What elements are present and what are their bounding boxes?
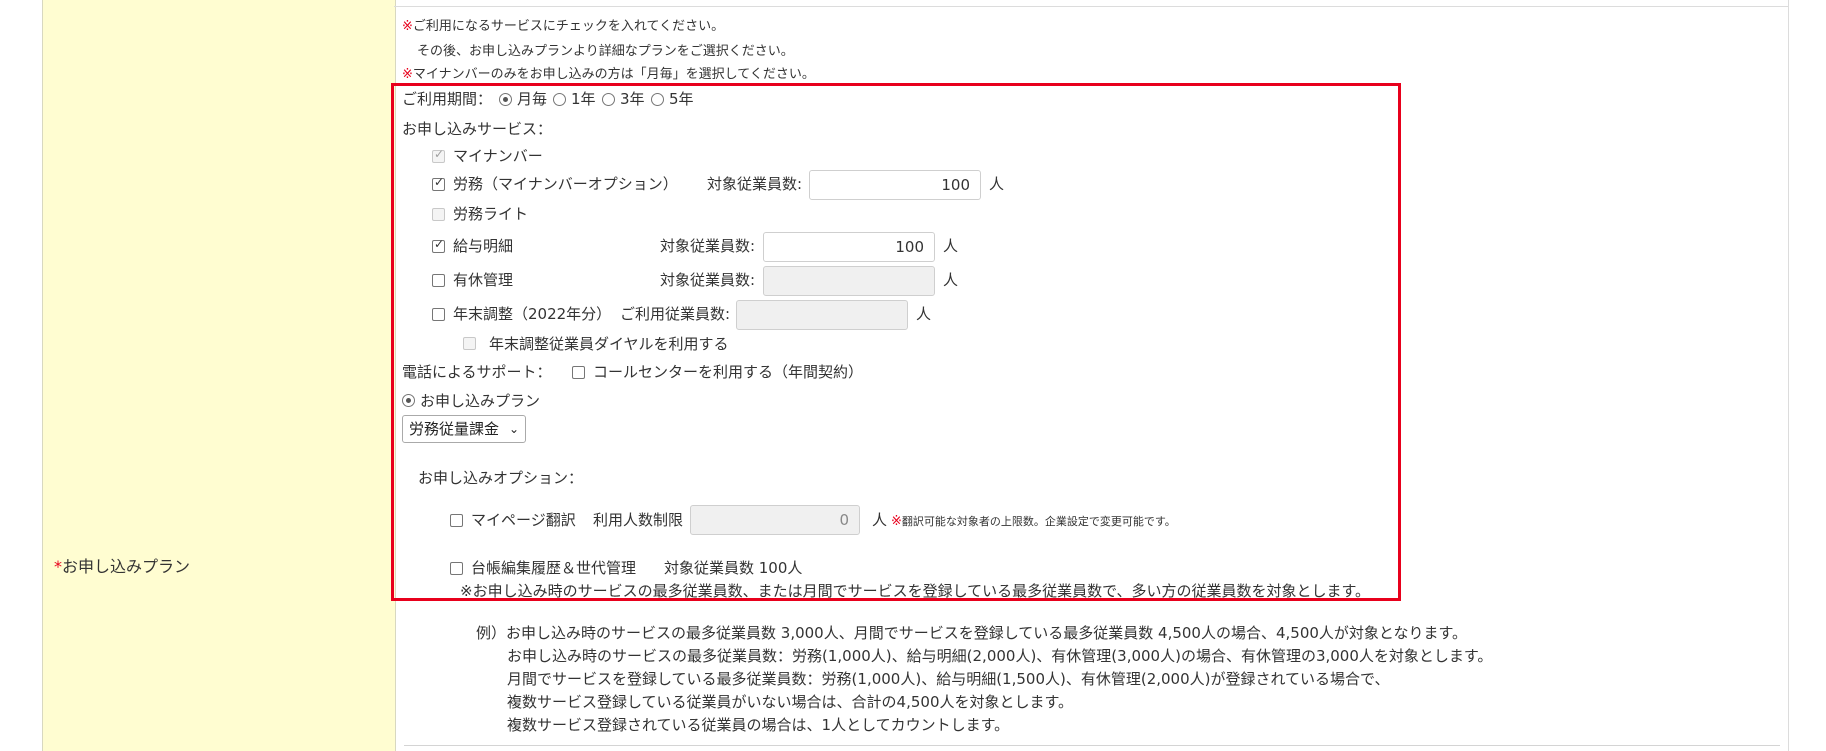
period-option-5year[interactable]: 5年 bbox=[669, 88, 694, 109]
table-top-border bbox=[394, 6, 1788, 7]
note-line-2: その後、お申し込みプランより詳細なプランをご選択ください。 bbox=[417, 44, 794, 59]
period-option-1year[interactable]: 1年 bbox=[571, 88, 596, 109]
period-label: ご利用期間： bbox=[402, 90, 493, 108]
labor-lite-label: 労務ライト bbox=[453, 205, 529, 223]
phone-support-label: 電話によるサポート： bbox=[402, 363, 552, 381]
note-line-3: ※マイナンバーのみをお申し込みの方は「月毎」を選択してください。 bbox=[402, 63, 815, 82]
note-text: マイナンバーのみをお申し込みの方は「月毎」を選択してください。 bbox=[412, 67, 815, 82]
required-mark: * bbox=[54, 557, 62, 576]
period-option-monthly[interactable]: 月毎 bbox=[517, 88, 547, 109]
yearend-dial-label: 年末調整従業員ダイヤルを利用する bbox=[489, 335, 729, 353]
mynumber-checkbox[interactable] bbox=[432, 147, 445, 163]
labor-lite-checkbox[interactable] bbox=[432, 208, 445, 221]
ledger-history-label: 台帳編集履歴＆世代管理 bbox=[471, 559, 637, 577]
mypage-limit-label: 利用人数制限 bbox=[593, 511, 684, 529]
period-radio-3year[interactable] bbox=[602, 93, 615, 106]
field-label-cell bbox=[42, 0, 396, 751]
call-center-label: コールセンターを利用する（年間契約） bbox=[593, 363, 864, 381]
yearend-checkbox[interactable] bbox=[432, 308, 445, 321]
labor-count-input[interactable]: 100 bbox=[809, 170, 981, 200]
period-radio-1year[interactable] bbox=[553, 93, 566, 106]
mypage-note-mark: ※ bbox=[891, 514, 902, 529]
call-center-checkbox[interactable] bbox=[572, 366, 585, 379]
plan-radio-label: お申し込みプラン bbox=[420, 392, 541, 410]
note-mark: ※ bbox=[402, 19, 413, 34]
ledger-count: 対象従業員数 100人 bbox=[664, 559, 803, 577]
note-text: ご利用になるサービスにチェックを入れてください。 bbox=[412, 19, 725, 34]
section-divider bbox=[404, 745, 1780, 746]
mynumber-label: マイナンバー bbox=[453, 147, 543, 165]
payslip-count-input[interactable]: 100 bbox=[763, 232, 935, 262]
plan-select-value: 労務従量課金 bbox=[409, 420, 500, 438]
plan-radio[interactable] bbox=[402, 394, 415, 407]
leave-count-label: 対象従業員数: bbox=[660, 271, 756, 289]
labor-count-label: 対象従業員数: bbox=[707, 175, 803, 193]
example-line-5: 複数サービス登録されている従業員の場合は、1人としてカウントします。 bbox=[507, 716, 1010, 734]
mypage-limit-input[interactable]: 0 bbox=[690, 505, 860, 535]
leave-count-input[interactable] bbox=[763, 266, 935, 296]
example-line-1: 例）お申し込み時のサービスの最多従業員数 3,000人、月間でサービスを登録して… bbox=[476, 624, 1467, 642]
labor-unit: 人 bbox=[989, 175, 1005, 193]
yearend-unit: 人 bbox=[916, 305, 932, 323]
yearend-count-label: ご利用従業員数: bbox=[620, 305, 731, 323]
options-label: お申し込みオプション： bbox=[418, 469, 584, 487]
field-label-text: お申し込みプラン bbox=[62, 557, 191, 576]
ledger-note: ※お申し込み時のサービスの最多従業員数、または月間でサービスを登録している最多従… bbox=[460, 582, 1371, 600]
yearend-count-input[interactable] bbox=[736, 300, 908, 330]
plan-select[interactable]: 労務従量課金 ⌄ bbox=[402, 415, 526, 443]
leave-checkbox[interactable] bbox=[432, 274, 445, 287]
yearend-dial-checkbox[interactable] bbox=[463, 337, 476, 350]
payslip-unit: 人 bbox=[943, 237, 959, 255]
mypage-note-text: 翻訳可能な対象者の上限数。企業設定で変更可能です。 bbox=[901, 515, 1176, 528]
mypage-translate-label: マイページ翻訳 bbox=[471, 511, 576, 529]
services-label: お申し込みサービス： bbox=[402, 120, 553, 138]
chevron-down-icon: ⌄ bbox=[508, 422, 519, 436]
period-radio-5year[interactable] bbox=[651, 93, 664, 106]
note-mark: ※ bbox=[402, 67, 413, 82]
example-line-4: 複数サービス登録している従業員がいない場合は、合計の4,500人を対象とします。 bbox=[507, 693, 1073, 711]
period-radio-monthly[interactable] bbox=[499, 93, 512, 106]
mypage-translate-checkbox[interactable] bbox=[450, 514, 463, 527]
mypage-note: ※翻訳可能な対象者の上限数。企業設定で変更可能です。 bbox=[891, 513, 1176, 529]
field-label: *お申し込みプラン bbox=[54, 553, 190, 577]
payslip-checkbox[interactable] bbox=[432, 237, 445, 253]
example-line-3: 月間でサービスを登録している最多従業員数：労務(1,000人)、給与明細(1,5… bbox=[507, 670, 1390, 688]
mypage-unit: 人 bbox=[872, 511, 888, 529]
example-line-2: お申し込み時のサービスの最多従業員数：労務(1,000人)、給与明細(2,000… bbox=[507, 647, 1493, 665]
payslip-label: 給与明細 bbox=[453, 237, 514, 255]
payslip-count-label: 対象従業員数: bbox=[660, 237, 756, 255]
note-line-1: ※ご利用になるサービスにチェックを入れてください。 bbox=[402, 15, 724, 34]
yearend-label: 年末調整（2022年分） bbox=[453, 305, 612, 323]
ledger-history-checkbox[interactable] bbox=[450, 562, 463, 575]
leave-label: 有休管理 bbox=[453, 271, 514, 289]
labor-label: 労務（マイナンバーオプション） bbox=[453, 175, 678, 193]
leave-unit: 人 bbox=[943, 271, 959, 289]
period-option-3year[interactable]: 3年 bbox=[620, 88, 645, 109]
labor-checkbox[interactable] bbox=[432, 175, 445, 191]
table-right-border bbox=[1788, 0, 1789, 751]
